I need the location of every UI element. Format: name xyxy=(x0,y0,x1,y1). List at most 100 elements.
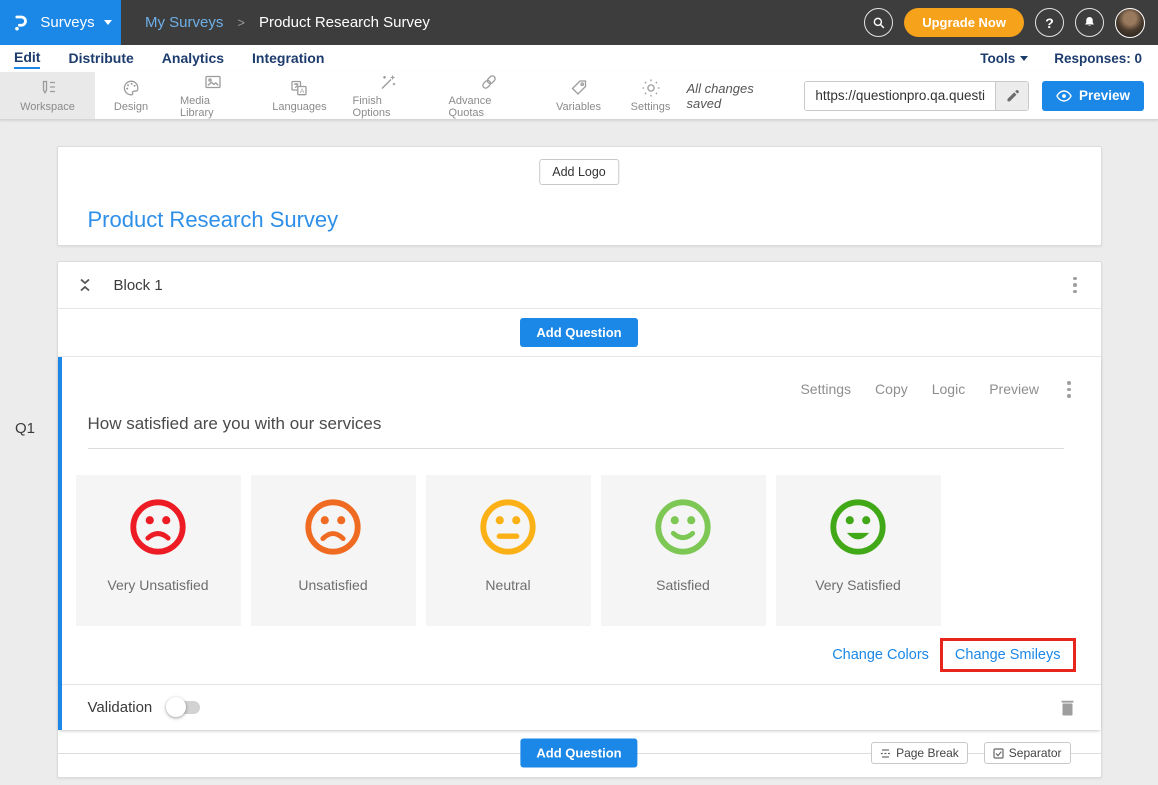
question-actions: Settings Copy Logic Preview xyxy=(62,357,1101,402)
notifications-button[interactable] xyxy=(1075,8,1104,37)
block-title[interactable]: Block 1 xyxy=(114,277,163,294)
survey-url-box xyxy=(804,81,1029,111)
nav-right: Tools Responses: 0 xyxy=(980,51,1144,66)
annotation-highlight-box: Change Smileys xyxy=(940,638,1076,672)
question-action-copy[interactable]: Copy xyxy=(875,381,908,397)
edit-toolbar: Workspace Design Media Library A Languag… xyxy=(0,72,1158,120)
footer-buttons: Page Break Separator xyxy=(871,742,1070,764)
edit-url-button[interactable] xyxy=(995,82,1028,110)
toolbar-label: Variables xyxy=(556,101,601,113)
survey-header-card: Add Logo Product Research Survey xyxy=(57,146,1102,246)
page-break-button[interactable]: Page Break xyxy=(871,742,968,764)
header-actions: Upgrade Now ? xyxy=(864,8,1158,38)
add-logo-button[interactable]: Add Logo xyxy=(539,159,619,185)
product-menu-label: Surveys xyxy=(40,14,94,31)
smiley-option-satisfied[interactable]: Satisfied xyxy=(601,475,766,626)
validation-row: Validation xyxy=(62,684,1101,730)
toolbar-label: Workspace xyxy=(20,101,75,113)
chevron-down-icon xyxy=(1020,56,1028,61)
change-colors-link[interactable]: Change Colors xyxy=(832,647,929,663)
surveys-product-menu[interactable]: Surveys xyxy=(0,0,121,45)
smiley-scale: Very Unsatisfied Unsatisfied xyxy=(76,475,1101,626)
wand-icon xyxy=(378,72,398,92)
block-footer: Add Question Page Break Separator xyxy=(58,730,1101,777)
breadcrumb-separator: > xyxy=(237,15,245,30)
validation-label: Validation xyxy=(88,699,153,716)
toolbar-label: Design xyxy=(114,101,148,113)
tools-label: Tools xyxy=(980,51,1015,66)
smiley-very-satisfied-icon xyxy=(827,496,889,558)
question-action-preview[interactable]: Preview xyxy=(989,381,1039,397)
breadcrumb-my-surveys[interactable]: My Surveys xyxy=(145,14,223,31)
checkbox-check-icon xyxy=(993,748,1004,759)
toolbar-item-advance-quotas[interactable]: Advance Quotas xyxy=(436,72,543,119)
chevron-down-icon xyxy=(104,20,112,25)
add-question-button-top[interactable]: Add Question xyxy=(520,318,637,347)
toolbar-label: Media Library xyxy=(180,95,246,119)
tools-menu[interactable]: Tools xyxy=(980,51,1028,66)
tab-edit[interactable]: Edit xyxy=(14,49,40,69)
smiley-option-neutral[interactable]: Neutral xyxy=(426,475,591,626)
preview-button[interactable]: Preview xyxy=(1042,81,1144,111)
block-card: Block 1 Add Question Settings Copy Logic… xyxy=(57,261,1102,778)
tag-icon xyxy=(569,78,589,98)
toolbar-item-languages[interactable]: A Languages xyxy=(259,72,339,119)
smiley-option-very-unsatisfied[interactable]: Very Unsatisfied xyxy=(76,475,241,626)
toolbar-item-design[interactable]: Design xyxy=(95,72,167,119)
question-number: Q1 xyxy=(15,420,35,437)
tab-distribute[interactable]: Distribute xyxy=(68,50,133,68)
toolbar-item-settings[interactable]: Settings xyxy=(615,72,687,119)
toolbar-label: Settings xyxy=(631,101,671,113)
smiley-option-very-satisfied[interactable]: Very Satisfied xyxy=(776,475,941,626)
toolbar-label: Advance Quotas xyxy=(449,95,530,119)
image-icon xyxy=(203,72,223,92)
smiley-config-links: Change Colors Change Smileys xyxy=(62,626,1101,684)
survey-title[interactable]: Product Research Survey xyxy=(88,207,339,233)
breadcrumb-current-survey: Product Research Survey xyxy=(259,14,430,31)
tab-integration[interactable]: Integration xyxy=(252,50,324,68)
validation-toggle[interactable] xyxy=(166,697,202,717)
collapse-block-icon[interactable] xyxy=(78,277,92,293)
palette-icon xyxy=(121,78,141,98)
add-question-row-top: Add Question xyxy=(58,309,1101,357)
smiley-label: Unsatisfied xyxy=(298,577,367,593)
bell-icon xyxy=(1082,15,1097,30)
change-smileys-link[interactable]: Change Smileys xyxy=(955,647,1061,663)
block-header: Block 1 xyxy=(58,262,1101,309)
toolbar-item-variables[interactable]: Variables xyxy=(543,72,615,119)
trash-icon xyxy=(1060,699,1075,716)
toolbar-item-workspace[interactable]: Workspace xyxy=(0,72,95,119)
toolbar-label: Languages xyxy=(272,101,326,113)
delete-question-button[interactable] xyxy=(1060,699,1075,716)
toolbar-item-media-library[interactable]: Media Library xyxy=(167,72,259,119)
question-action-settings[interactable]: Settings xyxy=(800,381,851,397)
smiley-label: Very Unsatisfied xyxy=(107,577,208,593)
separator-label: Separator xyxy=(1009,746,1062,760)
question-card: Settings Copy Logic Preview How satisfie… xyxy=(58,357,1101,730)
question-menu-kebab-icon[interactable] xyxy=(1063,377,1075,402)
survey-url-input[interactable] xyxy=(805,82,995,110)
pencil-icon xyxy=(1005,88,1020,103)
questionpro-logo-icon xyxy=(9,12,31,34)
workspace-icon xyxy=(38,78,58,98)
tab-analytics[interactable]: Analytics xyxy=(162,50,224,68)
smiley-label: Very Satisfied xyxy=(815,577,901,593)
svg-text:A: A xyxy=(300,88,305,95)
question-action-logic[interactable]: Logic xyxy=(932,381,965,397)
question-text[interactable]: How satisfied are you with our services xyxy=(88,414,1064,449)
smiley-option-unsatisfied[interactable]: Unsatisfied xyxy=(251,475,416,626)
add-question-button-bottom[interactable]: Add Question xyxy=(520,739,637,768)
toolbar-right: All changes saved Preview xyxy=(687,72,1158,119)
user-avatar[interactable] xyxy=(1115,8,1145,38)
responses-count: Responses: 0 xyxy=(1054,51,1142,66)
breadcrumb: My Surveys > Product Research Survey xyxy=(145,14,430,31)
separator-button[interactable]: Separator xyxy=(984,742,1071,764)
autosave-status: All changes saved xyxy=(687,81,792,111)
block-menu-kebab-icon[interactable] xyxy=(1069,273,1081,298)
help-button[interactable]: ? xyxy=(1035,8,1064,37)
upgrade-now-button[interactable]: Upgrade Now xyxy=(904,8,1024,37)
toolbar-item-finish-options[interactable]: Finish Options xyxy=(340,72,436,119)
smiley-satisfied-icon xyxy=(652,496,714,558)
search-button[interactable] xyxy=(864,8,893,37)
survey-nav: Edit Distribute Analytics Integration To… xyxy=(0,45,1158,72)
